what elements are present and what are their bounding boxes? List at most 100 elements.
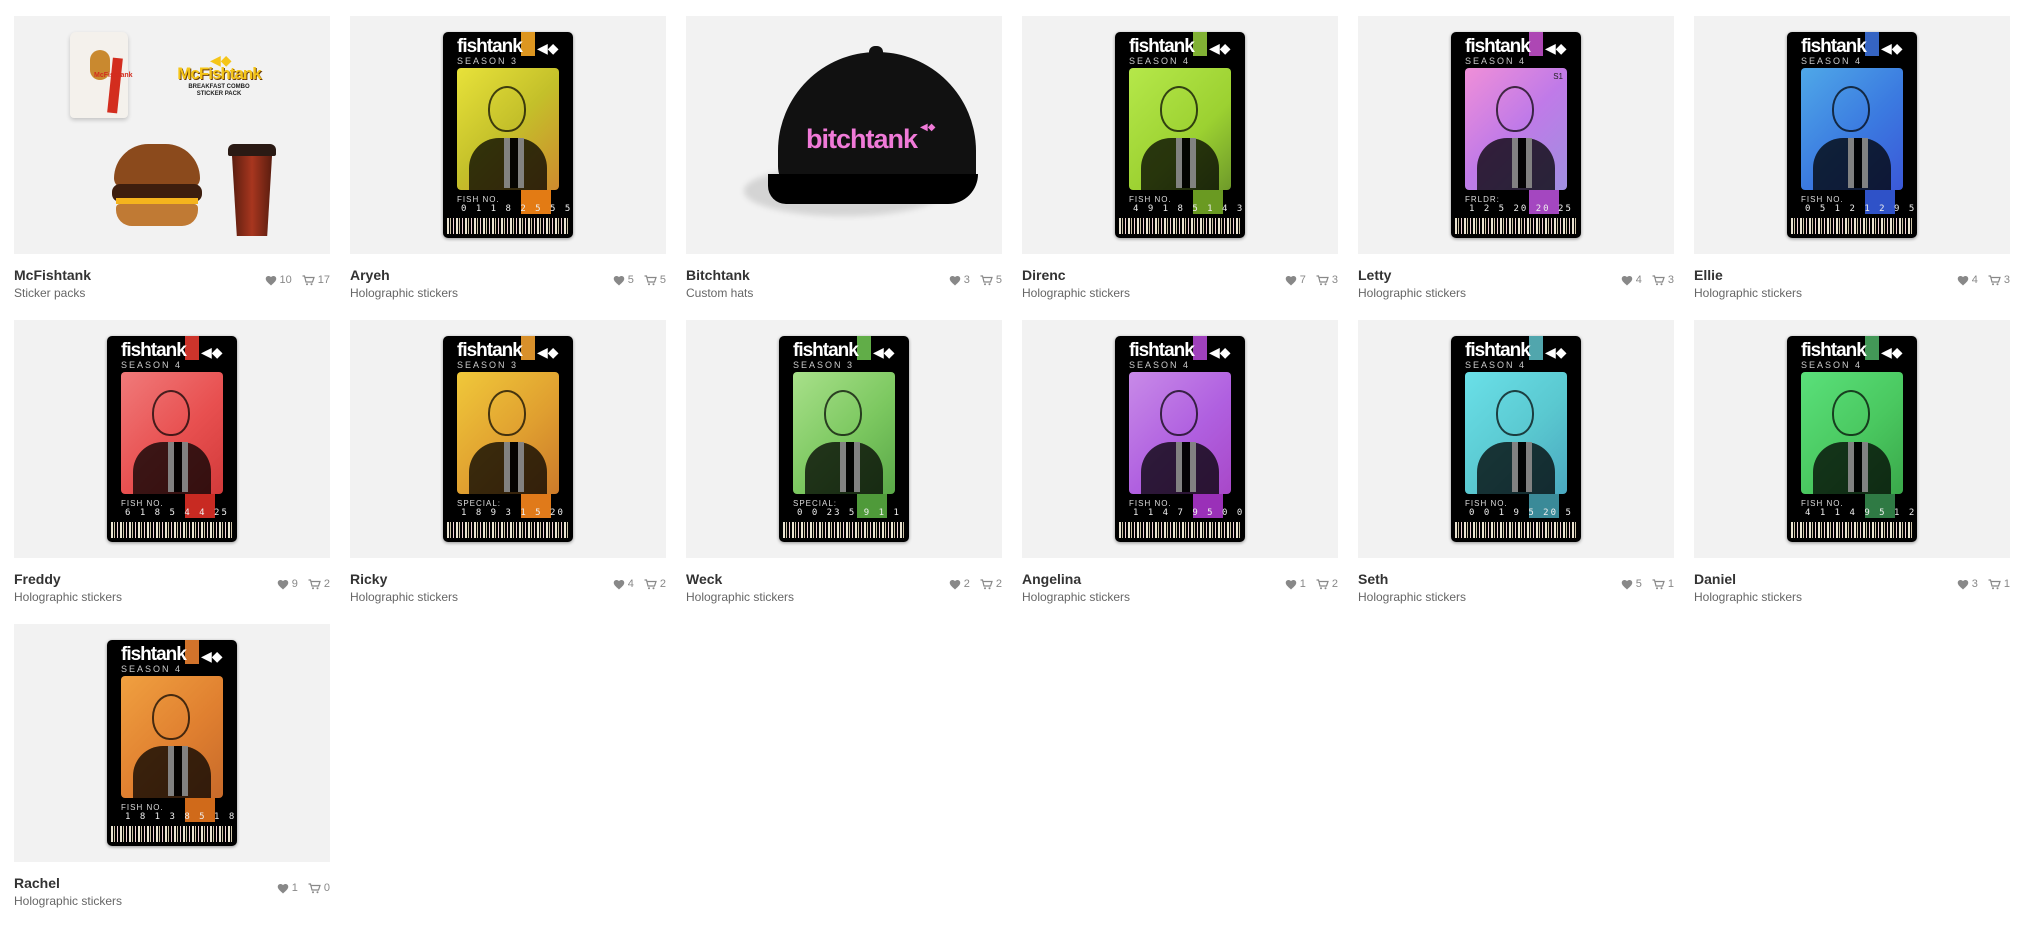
portrait xyxy=(121,372,223,494)
cart-icon[interactable] xyxy=(308,578,321,590)
product-card-mcfishtank[interactable]: McFishtank McFishtank BREAKFAST COMBO STICK… xyxy=(14,16,330,320)
product-category: Sticker packs xyxy=(14,286,86,300)
heart-icon[interactable] xyxy=(277,883,289,894)
sticker-season: SEASON 4 xyxy=(1465,56,1527,66)
heart-icon[interactable] xyxy=(1285,275,1297,286)
product-name[interactable]: McFishtank xyxy=(14,267,91,283)
product-meta: Rachel Holographic stickers 1 0 xyxy=(14,862,330,928)
product-stats: 9 2 xyxy=(277,578,330,590)
product-name[interactable]: Ricky xyxy=(350,571,387,587)
sticker-logo: fishtank xyxy=(1129,36,1195,57)
sticker-id-number: 1 2 5 20 20 25 xyxy=(1469,204,1573,214)
cart-count: 2 xyxy=(1331,578,1338,590)
barcode xyxy=(447,522,569,538)
product-stats: 7 3 xyxy=(1285,274,1338,286)
portrait xyxy=(1801,68,1903,190)
product-thumbnail[interactable]: fishtank ◀◆ SEASON 3 SPECIAL: 1 8 9 3 1 5 20 xyxy=(350,320,666,558)
product-card-direnc[interactable]: fishtank ◀◆ SEASON 4 FISH NO. 4 9 1 8 5 1 4 … xyxy=(1022,16,1338,320)
cart-count: 17 xyxy=(317,274,330,286)
likes-count: 4 xyxy=(1635,274,1642,286)
product-card-freddy[interactable]: fishtank ◀◆ SEASON 4 FISH NO. 6 1 8 5 4 4 25… xyxy=(14,320,330,624)
portrait xyxy=(1465,68,1567,190)
cart-icon[interactable] xyxy=(644,578,657,590)
product-thumbnail[interactable]: fishtank ◀◆ SEASON 4 FISH NO. 6 1 8 5 4 4 25 xyxy=(14,320,330,558)
product-name[interactable]: Seth xyxy=(1358,571,1388,587)
product-thumbnail[interactable]: fishtank ◀◆ SEASON 4 FISH NO. 0 0 1 9 5 20 5 xyxy=(1358,320,1674,558)
product-name[interactable]: Bitchtank xyxy=(686,267,750,283)
product-meta: Angelina Holographic stickers 1 2 xyxy=(1022,558,1338,624)
product-thumbnail[interactable]: bitchtank ◀◆ xyxy=(686,16,1002,254)
product-card-daniel[interactable]: fishtank ◀◆ SEASON 4 FISH NO. 4 1 1 4 9 5 1 … xyxy=(1694,320,2010,624)
heart-icon[interactable] xyxy=(265,275,277,286)
heart-icon[interactable] xyxy=(1621,275,1633,286)
heart-icon[interactable] xyxy=(277,579,289,590)
product-name[interactable]: Daniel xyxy=(1694,571,1736,587)
product-card-aryeh[interactable]: fishtank ◀◆ SEASON 3 FISH NO. 0 1 1 8 2 5 5 … xyxy=(350,16,666,320)
likes-count: 1 xyxy=(1299,578,1306,590)
product-card-bitchtank[interactable]: bitchtank ◀◆ Bitchtank Custom hats 3 5 xyxy=(686,16,1002,320)
sticker-season: SEASON 3 xyxy=(457,360,519,370)
heart-icon[interactable] xyxy=(613,579,625,590)
product-card-letty[interactable]: fishtank ◀◆ SEASON 4 S1 FRLDR: 1 2 5 20 20 25… xyxy=(1358,16,1674,320)
product-thumbnail[interactable]: fishtank ◀◆ SEASON 3 SPECIAL: 0 0 23 5 9 1 1 xyxy=(686,320,1002,558)
holographic-sticker-image: fishtank ◀◆ SEASON 4 FISH NO. 4 9 1 8 5 1 4 … xyxy=(1115,32,1245,238)
portrait-head xyxy=(1160,86,1198,132)
cart-icon[interactable] xyxy=(308,882,321,894)
heart-icon[interactable] xyxy=(1621,579,1633,590)
product-thumbnail[interactable]: fishtank ◀◆ SEASON 4 FISH NO. 4 9 1 8 5 1 4 … xyxy=(1022,16,1338,254)
product-card-ellie[interactable]: fishtank ◀◆ SEASON 4 FISH NO. 0 5 1 2 1 2 9 … xyxy=(1694,16,2010,320)
product-name[interactable]: Direnc xyxy=(1022,267,1066,283)
portrait-head xyxy=(1832,390,1870,436)
heart-icon[interactable] xyxy=(1957,275,1969,286)
sticker-id-label: FRLDR: xyxy=(1465,195,1500,204)
heart-icon[interactable] xyxy=(949,579,961,590)
product-name[interactable]: Rachel xyxy=(14,875,60,891)
product-thumbnail[interactable]: fishtank ◀◆ SEASON 4 FISH NO. 1 8 1 3 8 5 1 … xyxy=(14,624,330,862)
cart-icon[interactable] xyxy=(644,274,657,286)
product-thumbnail[interactable]: fishtank ◀◆ SEASON 4 FISH NO. 0 5 1 2 1 2 9 … xyxy=(1694,16,2010,254)
product-thumbnail[interactable]: McFishtank McFishtank BREAKFAST COMBO STICK… xyxy=(14,16,330,254)
product-meta: Freddy Holographic stickers 9 2 xyxy=(14,558,330,624)
fish-icon: ◀◆ xyxy=(201,344,223,360)
product-name[interactable]: Ellie xyxy=(1694,267,1723,283)
sticker-season: SEASON 4 xyxy=(121,664,183,674)
cart-icon[interactable] xyxy=(302,274,315,286)
cart-icon[interactable] xyxy=(1316,578,1329,590)
sticker-id-label: SPECIAL: xyxy=(457,499,502,508)
product-name[interactable]: Freddy xyxy=(14,571,61,587)
product-card-rachel[interactable]: fishtank ◀◆ SEASON 4 FISH NO. 1 8 1 3 8 5 1 … xyxy=(14,624,330,928)
heart-icon[interactable] xyxy=(1957,579,1969,590)
product-thumbnail[interactable]: fishtank ◀◆ SEASON 4 FISH NO. 4 1 1 4 9 5 1 … xyxy=(1694,320,2010,558)
cart-icon[interactable] xyxy=(1988,578,2001,590)
heart-icon[interactable] xyxy=(949,275,961,286)
product-name[interactable]: Weck xyxy=(686,571,722,587)
product-name[interactable]: Angelina xyxy=(1022,571,1081,587)
cart-icon[interactable] xyxy=(980,578,993,590)
portrait-head xyxy=(152,390,190,436)
cart-icon[interactable] xyxy=(1316,274,1329,286)
product-category: Holographic stickers xyxy=(1358,286,1467,300)
product-card-angelina[interactable]: fishtank ◀◆ SEASON 4 FISH NO. 1 1 4 7 9 5 0 … xyxy=(1022,320,1338,624)
product-thumbnail[interactable]: fishtank ◀◆ SEASON 3 FISH NO. 0 1 1 8 2 5 5 … xyxy=(350,16,666,254)
product-name[interactable]: Letty xyxy=(1358,267,1391,283)
cart-icon[interactable] xyxy=(1652,274,1665,286)
cart-icon[interactable] xyxy=(1652,578,1665,590)
fish-icon: ◀◆ xyxy=(537,344,559,360)
cart-icon[interactable] xyxy=(980,274,993,286)
heart-icon[interactable] xyxy=(1285,579,1297,590)
portrait xyxy=(1465,372,1567,494)
sticker-season: SEASON 4 xyxy=(1465,360,1527,370)
sticker-id-number: 4 9 1 8 5 1 4 3 xyxy=(1133,204,1245,214)
product-thumbnail[interactable]: fishtank ◀◆ SEASON 4 FISH NO. 1 1 4 7 9 5 0 … xyxy=(1022,320,1338,558)
product-stats: 4 3 xyxy=(1621,274,1674,286)
sticker-season: SEASON 4 xyxy=(1801,56,1863,66)
product-card-weck[interactable]: fishtank ◀◆ SEASON 3 SPECIAL: 0 0 23 5 9 1 1… xyxy=(686,320,1002,624)
product-card-ricky[interactable]: fishtank ◀◆ SEASON 3 SPECIAL: 1 8 9 3 1 5 20… xyxy=(350,320,666,624)
product-name[interactable]: Aryeh xyxy=(350,267,390,283)
cart-icon[interactable] xyxy=(1988,274,2001,286)
holographic-sticker-image: fishtank ◀◆ SEASON 4 FISH NO. 4 1 1 4 9 5 1 … xyxy=(1787,336,1917,542)
product-thumbnail[interactable]: fishtank ◀◆ SEASON 4 S1 FRLDR: 1 2 5 20 20 25 xyxy=(1358,16,1674,254)
heart-icon[interactable] xyxy=(613,275,625,286)
product-card-seth[interactable]: fishtank ◀◆ SEASON 4 FISH NO. 0 0 1 9 5 20 5… xyxy=(1358,320,1674,624)
cart-count: 2 xyxy=(659,578,666,590)
